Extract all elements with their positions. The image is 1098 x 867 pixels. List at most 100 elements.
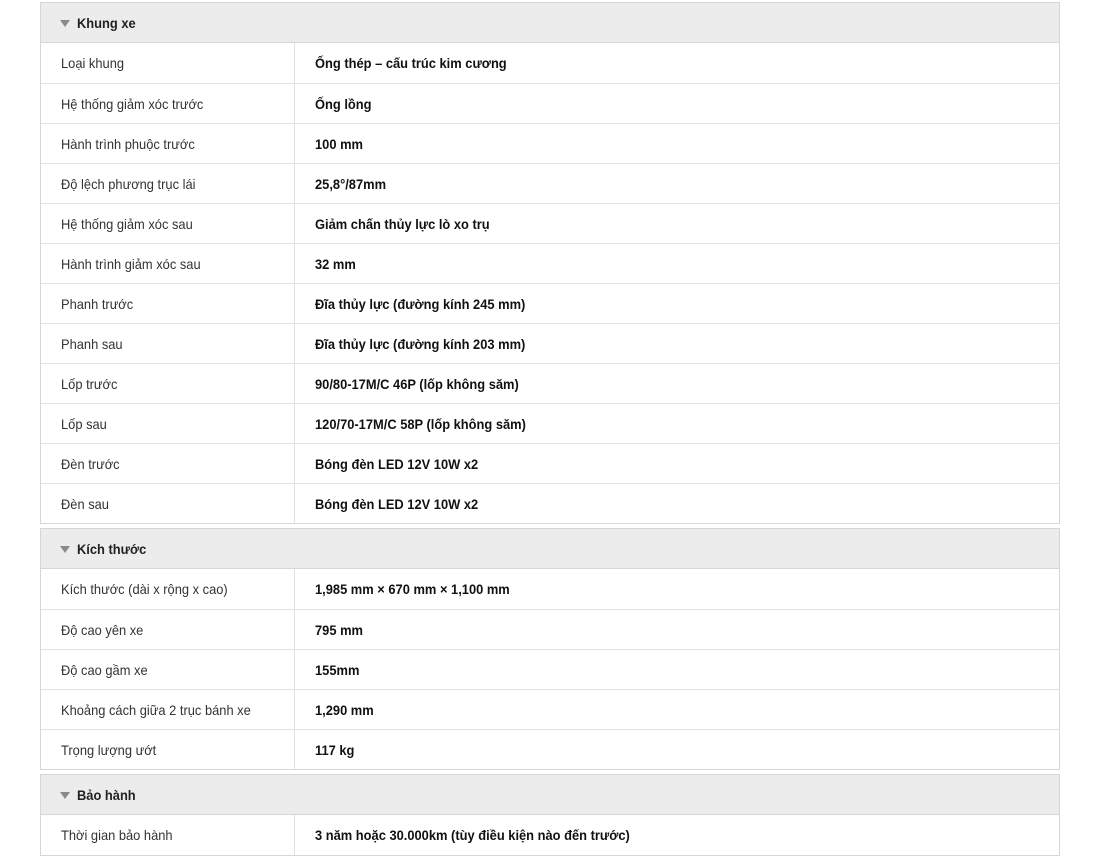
- spec-value: Bóng đèn LED 12V 10W x2: [315, 455, 479, 472]
- spec-value: 795 mm: [315, 621, 363, 638]
- spec-label-cell: Độ cao yên xe: [41, 610, 295, 649]
- spec-value: Bóng đèn LED 12V 10W x2: [315, 495, 479, 512]
- spec-label: Trọng lượng ướt: [61, 741, 157, 758]
- spec-label-cell: Hành trình phuộc trước: [41, 124, 295, 163]
- spec-label-cell: Loại khung: [41, 43, 295, 83]
- spec-value-cell: Ống lồng: [295, 84, 1059, 123]
- spec-label: Phanh trước: [61, 295, 134, 312]
- spec-row: Phanh sau Đĩa thủy lực (đường kính 203 mm…: [41, 323, 1059, 363]
- spec-value: 1,985 mm × 670 mm × 1,100 mm: [315, 581, 510, 597]
- spec-label: Hệ thống giảm xóc sau: [61, 215, 193, 232]
- spec-value-cell: Bóng đèn LED 12V 10W x2: [295, 484, 1059, 523]
- spec-row: Hệ thống giảm xóc trước Ống lồng: [41, 83, 1059, 123]
- spec-row: Đèn trước Bóng đèn LED 12V 10W x2: [41, 443, 1059, 483]
- spec-value: Đĩa thủy lực (đường kính 245 mm): [315, 295, 526, 312]
- spec-row: Hành trình giảm xóc sau 32 mm: [41, 243, 1059, 283]
- spec-value-cell: Bóng đèn LED 12V 10W x2: [295, 444, 1059, 483]
- spec-row: Kích thước (dài x rộng x cao) 1,985 mm × …: [41, 569, 1059, 609]
- spec-value-cell: 1,985 mm × 670 mm × 1,100 mm: [295, 569, 1059, 609]
- spec-label-cell: Trọng lượng ướt: [41, 730, 295, 769]
- spec-row: Lốp sau 120/70-17M/C 58P (lốp không săm): [41, 403, 1059, 443]
- spec-value: 120/70-17M/C 58P (lốp không săm): [315, 415, 526, 432]
- triangle-down-icon: [60, 19, 70, 27]
- spec-row: Hành trình phuộc trước 100 mm: [41, 123, 1059, 163]
- spec-label-cell: Lốp trước: [41, 364, 295, 403]
- triangle-down-icon: [60, 545, 70, 553]
- spec-label: Loại khung: [61, 55, 125, 71]
- section-header-frame[interactable]: Khung xe: [41, 3, 1059, 43]
- spec-row: Độ lệch phương trục lái 25,8°/87mm: [41, 163, 1059, 203]
- spec-label-cell: Đèn sau: [41, 484, 295, 523]
- spec-value: 117 kg: [315, 741, 355, 758]
- spec-row: Loại khung Ống thép – cấu trúc kim cương: [41, 43, 1059, 83]
- spec-label-cell: Hành trình giảm xóc sau: [41, 244, 295, 283]
- spec-label: Phanh sau: [61, 335, 123, 352]
- spec-value: 155mm: [315, 661, 360, 678]
- spec-label: Thời gian bảo hành: [61, 827, 173, 843]
- spec-value: Giảm chấn thủy lực lò xo trụ: [315, 215, 490, 232]
- spec-value-cell: 25,8°/87mm: [295, 164, 1059, 203]
- spec-section-frame: Khung xe Loại khung Ống thép – cấu trúc k…: [40, 2, 1060, 524]
- spec-value-cell: 100 mm: [295, 124, 1059, 163]
- spec-value: Đĩa thủy lực (đường kính 203 mm): [315, 335, 526, 352]
- spec-section-dimensions: Kích thước Kích thước (dài x rộng x cao)…: [40, 528, 1060, 770]
- spec-label: Khoảng cách giữa 2 trục bánh xe: [61, 701, 251, 718]
- spec-label: Hành trình phuộc trước: [61, 135, 195, 152]
- spec-value: 1,290 mm: [315, 701, 374, 718]
- spec-label: Kích thước (dài x rộng x cao): [61, 581, 228, 597]
- spec-value: 3 năm hoặc 30.000km (tùy điều kiện nào đ…: [315, 827, 630, 843]
- spec-label-cell: Khoảng cách giữa 2 trục bánh xe: [41, 690, 295, 729]
- spec-value-cell: 32 mm: [295, 244, 1059, 283]
- section-header-warranty[interactable]: Bảo hành: [41, 775, 1059, 815]
- spec-label: Đèn trước: [61, 455, 120, 472]
- spec-row: Hệ thống giảm xóc sau Giảm chấn thủy lực …: [41, 203, 1059, 243]
- spec-label: Độ cao gầm xe: [61, 661, 148, 678]
- spec-value-cell: Ống thép – cấu trúc kim cương: [295, 43, 1059, 83]
- spec-label: Độ lệch phương trục lái: [61, 175, 196, 192]
- spec-row: Trọng lượng ướt 117 kg: [41, 729, 1059, 769]
- spec-value: 100 mm: [315, 135, 363, 152]
- spec-row: Phanh trước Đĩa thủy lực (đường kính 245 …: [41, 283, 1059, 323]
- spec-value-cell: Giảm chấn thủy lực lò xo trụ: [295, 204, 1059, 243]
- spec-label-cell: Phanh trước: [41, 284, 295, 323]
- spec-section-warranty: Bảo hành Thời gian bảo hành 3 năm hoặc 30…: [40, 774, 1060, 856]
- spec-value-cell: Đĩa thủy lực (đường kính 203 mm): [295, 324, 1059, 363]
- spec-label-cell: Kích thước (dài x rộng x cao): [41, 569, 295, 609]
- spec-value-cell: 1,290 mm: [295, 690, 1059, 729]
- spec-label-cell: Thời gian bảo hành: [41, 815, 295, 855]
- spec-value-cell: 117 kg: [295, 730, 1059, 769]
- spec-label-cell: Hệ thống giảm xóc trước: [41, 84, 295, 123]
- spec-row: Độ cao gầm xe 155mm: [41, 649, 1059, 689]
- spec-value-cell: Đĩa thủy lực (đường kính 245 mm): [295, 284, 1059, 323]
- spec-label-cell: Lốp sau: [41, 404, 295, 443]
- spec-row: Đèn sau Bóng đèn LED 12V 10W x2: [41, 483, 1059, 523]
- spec-value-cell: 155mm: [295, 650, 1059, 689]
- spec-value: 90/80-17M/C 46P (lốp không săm): [315, 375, 519, 392]
- spec-value-cell: 90/80-17M/C 46P (lốp không săm): [295, 364, 1059, 403]
- section-title: Bảo hành: [77, 786, 136, 803]
- spec-value-cell: 120/70-17M/C 58P (lốp không săm): [295, 404, 1059, 443]
- spec-value-cell: 795 mm: [295, 610, 1059, 649]
- triangle-down-icon: [60, 791, 70, 799]
- spec-value: Ống thép – cấu trúc kim cương: [315, 55, 507, 71]
- spec-row: Khoảng cách giữa 2 trục bánh xe 1,290 mm: [41, 689, 1059, 729]
- spec-label-cell: Phanh sau: [41, 324, 295, 363]
- spec-label-cell: Độ cao gầm xe: [41, 650, 295, 689]
- spec-value: 32 mm: [315, 255, 356, 272]
- spec-label-cell: Hệ thống giảm xóc sau: [41, 204, 295, 243]
- spec-table: Khung xe Loại khung Ống thép – cấu trúc k…: [40, 2, 1060, 860]
- spec-label-cell: Độ lệch phương trục lái: [41, 164, 295, 203]
- spec-value: Ống lồng: [315, 95, 372, 112]
- spec-row: Thời gian bảo hành 3 năm hoặc 30.000km (t…: [41, 815, 1059, 855]
- spec-label-cell: Đèn trước: [41, 444, 295, 483]
- spec-label: Độ cao yên xe: [61, 621, 144, 638]
- section-header-dimensions[interactable]: Kích thước: [41, 529, 1059, 569]
- spec-label: Lốp trước: [61, 375, 118, 392]
- section-title: Khung xe: [77, 14, 136, 31]
- spec-label: Hệ thống giảm xóc trước: [61, 95, 204, 112]
- spec-label: Đèn sau: [61, 495, 109, 512]
- spec-row: Độ cao yên xe 795 mm: [41, 609, 1059, 649]
- spec-label: Lốp sau: [61, 415, 107, 432]
- spec-label: Hành trình giảm xóc sau: [61, 255, 201, 272]
- section-title: Kích thước: [77, 540, 147, 557]
